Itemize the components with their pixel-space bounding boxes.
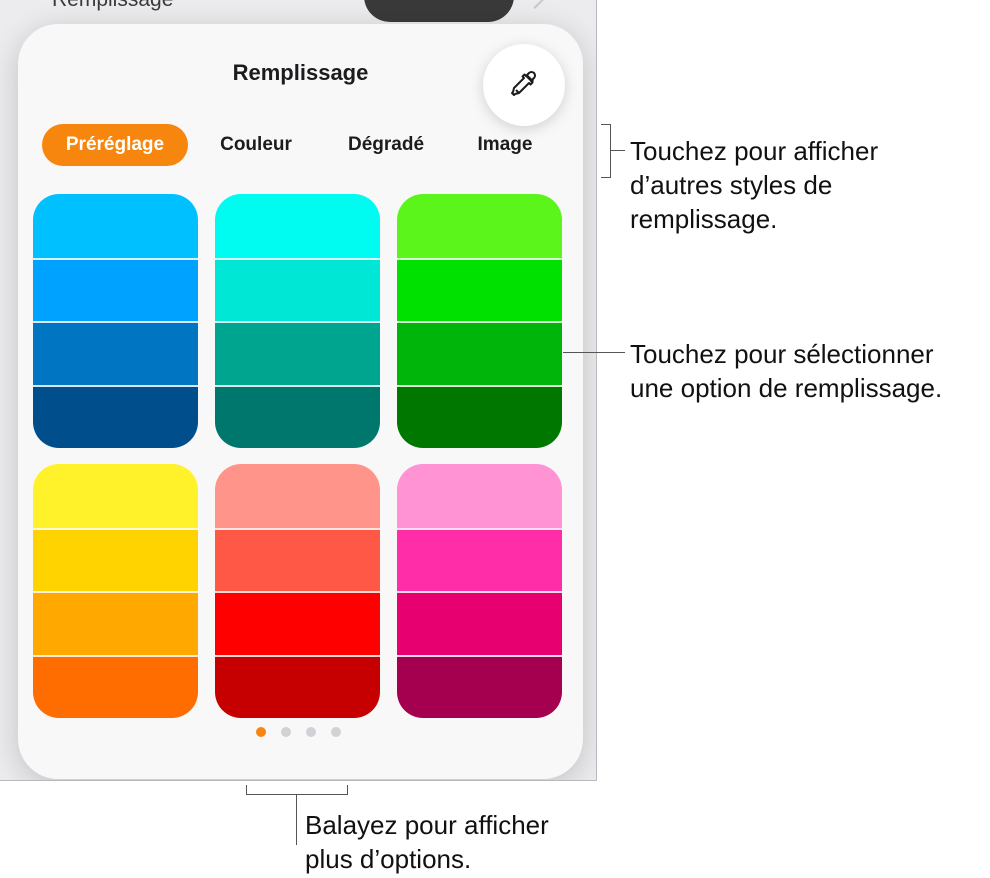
preset-swatch-teal[interactable] bbox=[215, 194, 380, 448]
swatch-band-3 bbox=[215, 321, 380, 385]
swatch-band-2 bbox=[33, 257, 198, 321]
swatch-band-3 bbox=[397, 321, 562, 385]
swatch-band-2 bbox=[33, 527, 198, 591]
swatch-band-1 bbox=[215, 464, 380, 528]
tab-gradient[interactable]: Dégradé bbox=[330, 124, 442, 166]
swatch-band-1 bbox=[397, 194, 562, 258]
swatch-band-4 bbox=[33, 654, 198, 718]
callout-text-swipe: Balayez pour afficher plus d’options. bbox=[305, 810, 549, 874]
callout-line-swipe bbox=[296, 795, 297, 845]
preset-swatch-green[interactable] bbox=[397, 194, 562, 448]
preset-swatch-yellow[interactable] bbox=[33, 464, 198, 718]
swatch-band-2 bbox=[397, 257, 562, 321]
tab-preset[interactable]: Préréglage bbox=[42, 124, 188, 166]
swatch-band-4 bbox=[33, 384, 198, 448]
fill-popover: Remplissage Préréglage Couleur Dégradé I… bbox=[18, 24, 583, 779]
screen-crop: Remplissage Remplissage Préréglage Coule… bbox=[0, 0, 597, 781]
swatch-band-4 bbox=[397, 384, 562, 448]
swatch-band-3 bbox=[215, 591, 380, 655]
callout-bracket-swipe bbox=[246, 785, 348, 795]
swatch-band-2 bbox=[215, 257, 380, 321]
eyedropper-icon bbox=[511, 70, 537, 96]
swatch-band-2 bbox=[215, 527, 380, 591]
preset-swatch-pink[interactable] bbox=[397, 464, 562, 718]
callout-text-tabs: Touchez pour afficher d’autres styles de… bbox=[630, 136, 879, 234]
preset-swatch-blue[interactable] bbox=[33, 194, 198, 448]
swatch-band-2 bbox=[397, 527, 562, 591]
callout-text-swatches: Touchez pour sélectionner une option de … bbox=[630, 339, 943, 403]
page-dot bbox=[306, 727, 316, 737]
eyedropper-button[interactable] bbox=[483, 44, 565, 126]
swatch-band-3 bbox=[397, 591, 562, 655]
swatch-band-1 bbox=[397, 464, 562, 528]
callout-bracket-tabs bbox=[601, 124, 611, 178]
swatch-band-4 bbox=[215, 654, 380, 718]
swatch-band-1 bbox=[33, 464, 198, 528]
swatch-band-3 bbox=[33, 321, 198, 385]
background-fill-preview bbox=[364, 0, 514, 22]
swatch-band-4 bbox=[397, 654, 562, 718]
swatch-band-4 bbox=[215, 384, 380, 448]
chevron-right-icon bbox=[525, 0, 545, 9]
swatch-band-3 bbox=[33, 591, 198, 655]
page-dot bbox=[256, 727, 266, 737]
callout-line-tabs bbox=[611, 150, 625, 151]
swatch-band-1 bbox=[33, 194, 198, 258]
background-fill-row-label: Remplissage bbox=[52, 0, 173, 12]
fill-type-tabs: Préréglage Couleur Dégradé Image bbox=[18, 124, 583, 166]
preset-swatch-red[interactable] bbox=[215, 464, 380, 718]
page-indicator[interactable] bbox=[18, 727, 583, 737]
page-dot bbox=[331, 727, 341, 737]
tab-color[interactable]: Couleur bbox=[204, 124, 308, 166]
page-dot bbox=[281, 727, 291, 737]
tab-image[interactable]: Image bbox=[462, 124, 548, 166]
swatch-band-1 bbox=[215, 194, 380, 258]
callout-line-swatches bbox=[563, 352, 625, 353]
